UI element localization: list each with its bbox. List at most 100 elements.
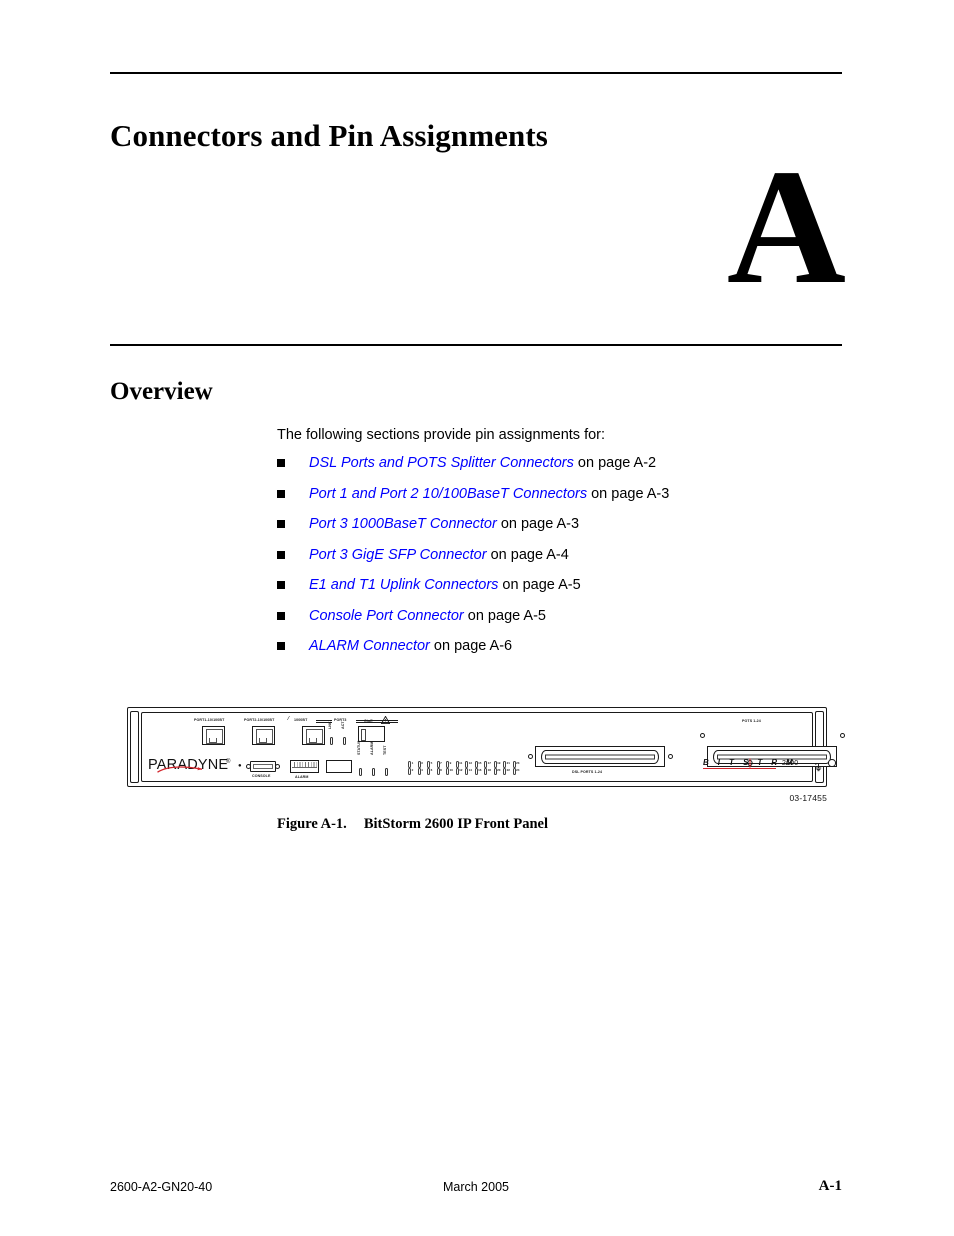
alarm-connector[interactable]	[290, 760, 319, 773]
port2-rj45-jack[interactable]	[252, 726, 275, 745]
dsl-led-number: 22	[506, 768, 510, 772]
db9-screwpost-left-icon	[246, 764, 251, 769]
dsl-led-pair: 11 12	[455, 760, 464, 775]
bitstorm-model-number: 2600	[782, 760, 799, 767]
lnk-led	[329, 737, 334, 745]
dsl-led-number: 6	[430, 768, 433, 772]
gige-sfp-slot[interactable]	[358, 726, 385, 742]
figure-caption-text: BitStorm 2600 IP Front Panel	[363, 816, 549, 832]
act-led-label: ACT	[341, 721, 345, 729]
list-item: ALARM Connector on page A-6	[277, 639, 837, 653]
pots-telco-screw-right-icon	[840, 733, 845, 738]
xref-page-ref: on page A-3	[496, 516, 580, 532]
list-item: E1 and T1 Uplink Connectors on page A-5	[277, 578, 837, 592]
console-label: CONSOLE	[252, 774, 271, 778]
dsl-led-pair: 23 24	[512, 760, 521, 775]
xref-link[interactable]: Port 3 GigE SFP Connector	[309, 547, 487, 563]
dsl-led-number: 10	[449, 768, 453, 772]
dsl-led-number: 23	[516, 760, 520, 765]
xref-link[interactable]: Console Port Connector	[309, 608, 464, 624]
port2-speed-label: 1000BT	[294, 718, 308, 722]
chapter-letter: A	[726, 135, 846, 318]
dsl-led-number: 16	[478, 768, 482, 772]
bitstorm-underline-accent	[703, 767, 776, 769]
dsl-led-pair: 9 10	[446, 761, 454, 775]
page-footer: 2600-A2-GN20-40 March 2005 A-1	[110, 1178, 842, 1200]
pots-label: POTS 1-24	[742, 719, 761, 723]
dsl-led-number: 5	[430, 760, 433, 765]
dsl-led-number: 17	[487, 760, 491, 765]
dsl-ports-label: DSL PORTS 1-24	[572, 770, 603, 774]
dsl-led-pair: 3 4	[417, 760, 426, 775]
list-item: Port 3 GigE SFP Connector on page A-4	[277, 547, 837, 563]
status-led-label: STATUS	[357, 740, 361, 755]
dsl-led-pair: 17 18	[484, 761, 492, 775]
telco-slot-icon	[545, 754, 655, 759]
port3-rj45-jack[interactable]	[302, 726, 325, 745]
rack-ear-left	[130, 711, 139, 783]
paradyne-wordmark: PARADYNE	[148, 757, 229, 773]
xref-link[interactable]: E1 and T1 Uplink Connectors	[309, 577, 498, 593]
port-divider-slash-icon: ⁄	[288, 716, 289, 722]
figure-caption-label: Figure A-1.	[277, 816, 347, 832]
alarm-led	[371, 768, 376, 776]
alarm-led-label: ALARM	[370, 741, 374, 755]
bullet-square-icon	[277, 581, 285, 589]
list-item: Port 1 and Port 2 10/100BaseT Connectors…	[277, 486, 837, 502]
dsl-led-number: 9	[449, 760, 452, 765]
dsl-led-pair: 21 22	[503, 761, 511, 775]
blank-expansion-slot	[326, 760, 352, 773]
dsl-telco-screw-left-icon	[528, 754, 533, 759]
db9-shell-icon	[250, 761, 276, 772]
port2-label: PORT2-10/100BT	[244, 718, 275, 722]
dsl-ports-telco-connector[interactable]	[535, 746, 665, 767]
cross-reference-list: DSL Ports and POTS Splitter Connectors o…	[277, 456, 837, 670]
lnk-led-label: LNK	[328, 721, 332, 729]
dsl-led-number: 18	[487, 768, 491, 772]
intro-paragraph: The following sections provide pin assig…	[277, 427, 606, 443]
dsl-led-number: 20	[497, 768, 501, 772]
port3-bracket-right	[356, 720, 398, 721]
dsl-led-number: 8	[440, 768, 442, 772]
xref-link[interactable]: ALARM Connector	[309, 638, 430, 654]
dsl-led-number: 14	[468, 768, 472, 772]
act-led	[342, 737, 347, 745]
dsl-telco-screw-right-icon	[668, 754, 673, 759]
rj45-tab-icon	[309, 738, 317, 743]
pots-telco-screw-left-icon	[700, 733, 705, 738]
footer-date: March 2005	[442, 1180, 509, 1194]
xref-link[interactable]: Port 1 and Port 2 10/100BaseT Connectors	[309, 486, 587, 502]
alarm-connector-label: ALARM	[295, 775, 309, 779]
dsl-led-number: 3	[421, 760, 423, 765]
footer-page-number: A-1	[818, 1178, 842, 1194]
figure-drawing-number: 03-17455	[789, 793, 827, 803]
paradyne-logo: PARADYNE ®	[148, 758, 240, 774]
dsl-led-number: 2	[411, 768, 414, 772]
bullet-square-icon	[277, 489, 285, 498]
page-title: Connectors and Pin Assignments	[110, 118, 548, 153]
test-led-label: TEST	[383, 745, 387, 755]
warning-triangle-icon	[381, 716, 390, 724]
status-led	[358, 768, 363, 776]
port1-rj45-jack[interactable]	[202, 726, 225, 745]
bitstorm-o-glyph-icon	[746, 758, 753, 768]
rj45-tab-icon	[209, 738, 217, 743]
port3-bracket-right-2	[356, 722, 398, 723]
xref-link[interactable]: DSL Ports and POTS Splitter Connectors	[309, 455, 574, 471]
alarm-terminal-pins-icon	[292, 762, 317, 768]
bullet-square-icon	[277, 642, 285, 650]
ground-symbol-icon	[814, 759, 823, 772]
dsl-led-pair: 7 8	[436, 761, 445, 775]
console-port-connector[interactable]	[246, 761, 280, 772]
console-screw-left-icon: ●	[238, 763, 242, 769]
dsl-led-number: 11	[459, 760, 463, 765]
dsl-led-number: 21	[506, 760, 510, 765]
paradyne-registered-icon: ®	[226, 759, 231, 765]
list-item: Port 3 1000BaseT Connector on page A-3	[277, 517, 837, 531]
db9-screwpost-right-icon	[275, 764, 280, 769]
xref-link[interactable]: Port 3 1000BaseT Connector	[309, 516, 497, 532]
dsl-led-number: 15	[478, 760, 482, 765]
dsl-led-number: 24	[516, 768, 520, 772]
dsl-led-pair: 19 20	[493, 761, 502, 775]
front-panel-chassis: PORT1-10/100BT PORT2-10/100BT 1000BT ⁄ P…	[127, 707, 845, 787]
